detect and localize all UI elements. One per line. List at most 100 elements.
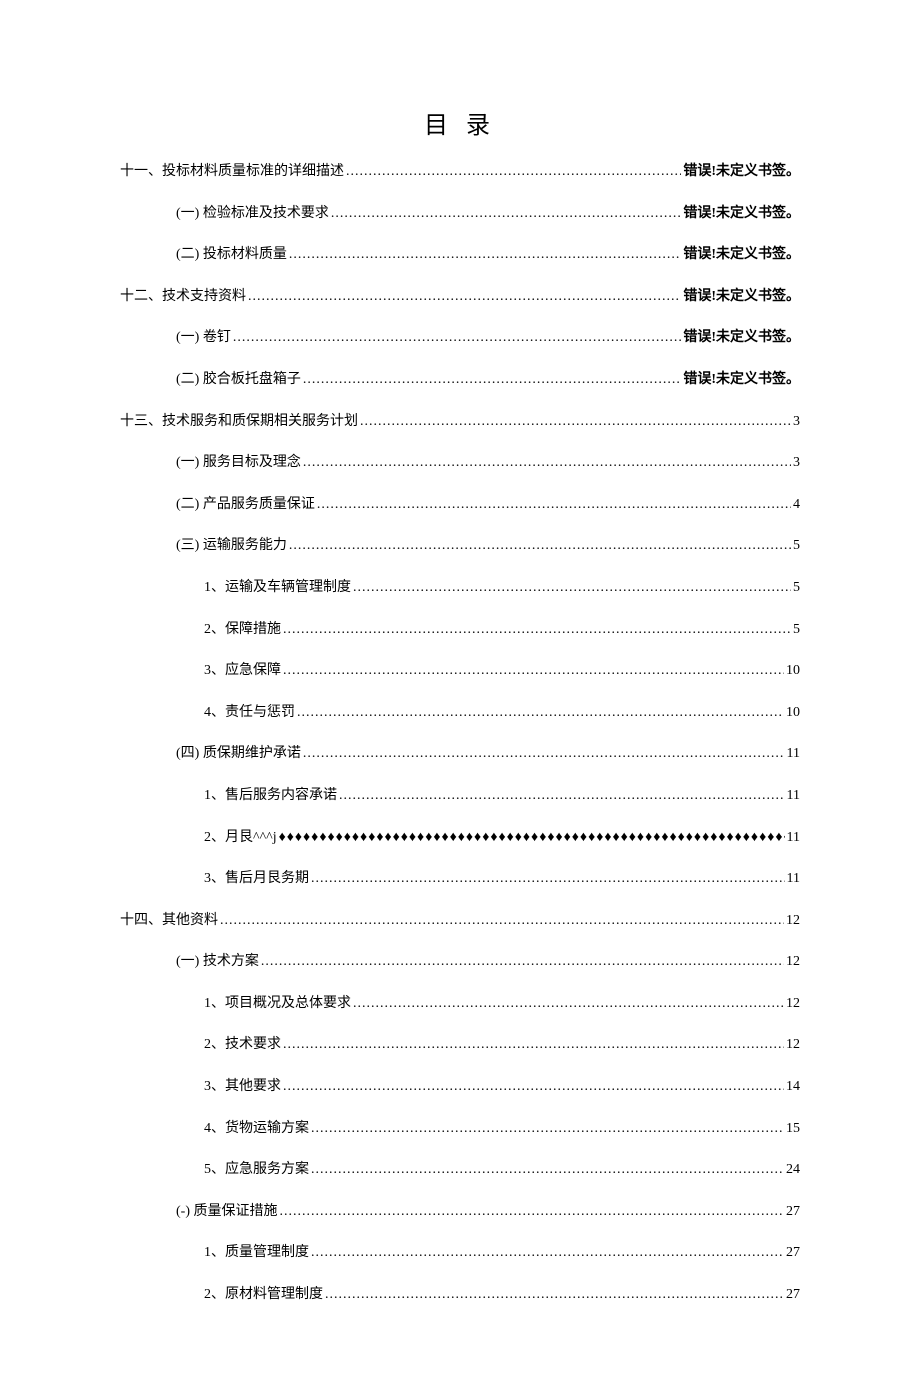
toc-entry-page: 27 bbox=[786, 1243, 800, 1263]
toc-leader-dots: ........................................… bbox=[283, 620, 791, 640]
toc-entry-page: 12 bbox=[786, 911, 800, 931]
toc-entry: (一) 技术方案................................… bbox=[120, 952, 800, 972]
toc-leader-dots: ........................................… bbox=[353, 578, 791, 598]
toc-leader-dots: ........................................… bbox=[317, 495, 791, 515]
toc-entry: 十二、技术支持资料...............................… bbox=[120, 287, 800, 307]
toc-entry-page: 错误!未定义书签。 bbox=[683, 162, 800, 182]
toc-leader-dots: ........................................… bbox=[280, 1202, 785, 1222]
toc-entry: 1、售后服务内容承诺..............................… bbox=[120, 786, 800, 806]
toc-leader-dots: ........................................… bbox=[289, 245, 682, 265]
toc-entry: (三) 运输服务能力..............................… bbox=[120, 536, 800, 556]
toc-leader-dots: ........................................… bbox=[311, 1243, 784, 1263]
toc-entry: 1、质量管理制度................................… bbox=[120, 1243, 800, 1263]
toc-entry-page: 12 bbox=[786, 952, 800, 972]
toc-entry-label: 十四、其他资料 bbox=[120, 911, 218, 931]
toc-entry: 2、月艮^^^j ♦♦♦♦♦♦♦♦♦♦♦♦♦♦♦♦♦♦♦♦♦♦♦♦♦♦♦♦♦♦♦… bbox=[120, 828, 800, 848]
toc-entry: 4、责任与惩罚.................................… bbox=[120, 703, 800, 723]
toc-title: 目 录 bbox=[120, 105, 800, 140]
toc-leader-dots: ........................................… bbox=[303, 744, 785, 764]
toc-entry-label: 2、月艮^^^j bbox=[204, 828, 277, 848]
toc-entry-label: 2、保障措施 bbox=[204, 620, 281, 640]
toc-entry: (二) 投标材料质量..............................… bbox=[120, 245, 800, 265]
toc-entry: 3、应急保障..................................… bbox=[120, 661, 800, 681]
toc-entry-page: 3 bbox=[793, 412, 800, 432]
toc-entry-label: 2、技术要求 bbox=[204, 1035, 281, 1055]
toc-entry-label: (一) 服务目标及理念 bbox=[176, 453, 301, 473]
toc-entry: 十三、技术服务和质保期相关服务计划.......................… bbox=[120, 412, 800, 432]
toc-leader-dots: ........................................… bbox=[303, 453, 791, 473]
toc-entry: 十一、投标材料质量标准的详细描述 .......................… bbox=[120, 162, 800, 182]
toc-entry: 2、技术要求..................................… bbox=[120, 1035, 800, 1055]
toc-entry-page: 10 bbox=[786, 661, 800, 681]
toc-entry-label: 1、运输及车辆管理制度 bbox=[204, 578, 351, 598]
toc-leader-dots: ♦♦♦♦♦♦♦♦♦♦♦♦♦♦♦♦♦♦♦♦♦♦♦♦♦♦♦♦♦♦♦♦♦♦♦♦♦♦♦♦… bbox=[279, 828, 785, 848]
toc-entry-page: 错误!未定义书签。 bbox=[683, 204, 800, 224]
toc-entry: (二) 胶合板托盘箱子 ............................… bbox=[120, 370, 800, 390]
toc-leader-dots: ........................................… bbox=[331, 204, 682, 224]
toc-entry-page: 5 bbox=[793, 536, 800, 556]
toc-leader-dots: ........................................… bbox=[261, 952, 784, 972]
toc-entry-label: (二) 产品服务质量保证 bbox=[176, 495, 315, 515]
toc-entry-page: 5 bbox=[793, 578, 800, 598]
toc-leader-dots: ........................................… bbox=[283, 1077, 784, 1097]
toc-entry: (四) 质保期维护承诺.............................… bbox=[120, 744, 800, 764]
toc-entry-page: 27 bbox=[786, 1285, 800, 1305]
toc-entry-label: 十三、技术服务和质保期相关服务计划 bbox=[120, 412, 358, 432]
toc-entry: (一) 卷钉 .................................… bbox=[120, 328, 800, 348]
toc-entry: (二) 产品服务质量保证 ...........................… bbox=[120, 495, 800, 515]
toc-leader-dots: ........................................… bbox=[360, 412, 791, 432]
toc-entry: 2、原材料管理制度...............................… bbox=[120, 1285, 800, 1305]
toc-entry: (一) 服务目标及理念.............................… bbox=[120, 453, 800, 473]
toc-leader-dots: ........................................… bbox=[303, 370, 682, 390]
toc-entry: 1、项目概况及总体要求 ............................… bbox=[120, 994, 800, 1014]
toc-leader-dots: ........................................… bbox=[289, 536, 791, 556]
toc-entry-page: 14 bbox=[786, 1077, 800, 1097]
toc-container: 十一、投标材料质量标准的详细描述 .......................… bbox=[120, 162, 800, 1305]
toc-entry-label: 4、责任与惩罚 bbox=[204, 703, 295, 723]
toc-entry-page: 11 bbox=[787, 744, 800, 764]
toc-entry-page: 12 bbox=[786, 994, 800, 1014]
toc-entry-label: (二) 投标材料质量 bbox=[176, 245, 287, 265]
toc-entry-page: 10 bbox=[786, 703, 800, 723]
toc-entry-page: 11 bbox=[787, 786, 800, 806]
toc-entry-label: (一) 卷钉 bbox=[176, 328, 231, 348]
toc-entry-page: 15 bbox=[786, 1119, 800, 1139]
toc-entry: (-) 质量保证措施 .............................… bbox=[120, 1202, 800, 1222]
toc-entry-page: 3 bbox=[793, 453, 800, 473]
toc-entry: 3、售后月艮务期................................… bbox=[120, 869, 800, 889]
toc-entry-label: 3、售后月艮务期 bbox=[204, 869, 309, 889]
toc-entry: 5、应急服务方案................................… bbox=[120, 1160, 800, 1180]
toc-entry-label: (一) 技术方案 bbox=[176, 952, 259, 972]
toc-entry: 3、其他要求..................................… bbox=[120, 1077, 800, 1097]
toc-entry: 2、保障措施..................................… bbox=[120, 620, 800, 640]
toc-entry: 十四、其他资料.................................… bbox=[120, 911, 800, 931]
toc-entry-label: 1、售后服务内容承诺 bbox=[204, 786, 337, 806]
toc-leader-dots: ........................................… bbox=[311, 869, 785, 889]
toc-leader-dots: ........................................… bbox=[353, 994, 784, 1014]
toc-entry-label: 4、货物运输方案 bbox=[204, 1119, 309, 1139]
toc-entry-label: (二) 胶合板托盘箱子 bbox=[176, 370, 301, 390]
toc-entry-label: 十二、技术支持资料 bbox=[120, 287, 246, 307]
toc-leader-dots: ........................................… bbox=[248, 287, 681, 307]
toc-entry-label: (三) 运输服务能力 bbox=[176, 536, 287, 556]
toc-entry-label: (四) 质保期维护承诺 bbox=[176, 744, 301, 764]
toc-entry-label: 3、其他要求 bbox=[204, 1077, 281, 1097]
toc-entry-page: 11 bbox=[787, 828, 800, 848]
toc-entry-label: 2、原材料管理制度 bbox=[204, 1285, 323, 1305]
toc-leader-dots: ........................................… bbox=[220, 911, 784, 931]
toc-entry-page: 11 bbox=[787, 869, 800, 889]
toc-entry-page: 5 bbox=[793, 620, 800, 640]
toc-leader-dots: ........................................… bbox=[339, 786, 785, 806]
toc-entry-page: 27 bbox=[786, 1202, 800, 1222]
toc-entry: 1、运输及车辆管理制度.............................… bbox=[120, 578, 800, 598]
toc-entry: (一) 检验标准及技术要求...........................… bbox=[120, 204, 800, 224]
toc-leader-dots: ........................................… bbox=[297, 703, 784, 723]
toc-entry-page: 12 bbox=[786, 1035, 800, 1055]
toc-entry-page: 错误!未定义书签。 bbox=[683, 245, 800, 265]
toc-entry-label: 十一、投标材料质量标准的详细描述 bbox=[120, 162, 344, 182]
toc-entry-page: 错误!未定义书签。 bbox=[683, 287, 800, 307]
toc-leader-dots: ........................................… bbox=[346, 162, 681, 182]
toc-entry-page: 4 bbox=[793, 495, 800, 515]
toc-entry-page: 错误!未定义书签。 bbox=[683, 328, 800, 348]
toc-leader-dots: ........................................… bbox=[283, 661, 784, 681]
